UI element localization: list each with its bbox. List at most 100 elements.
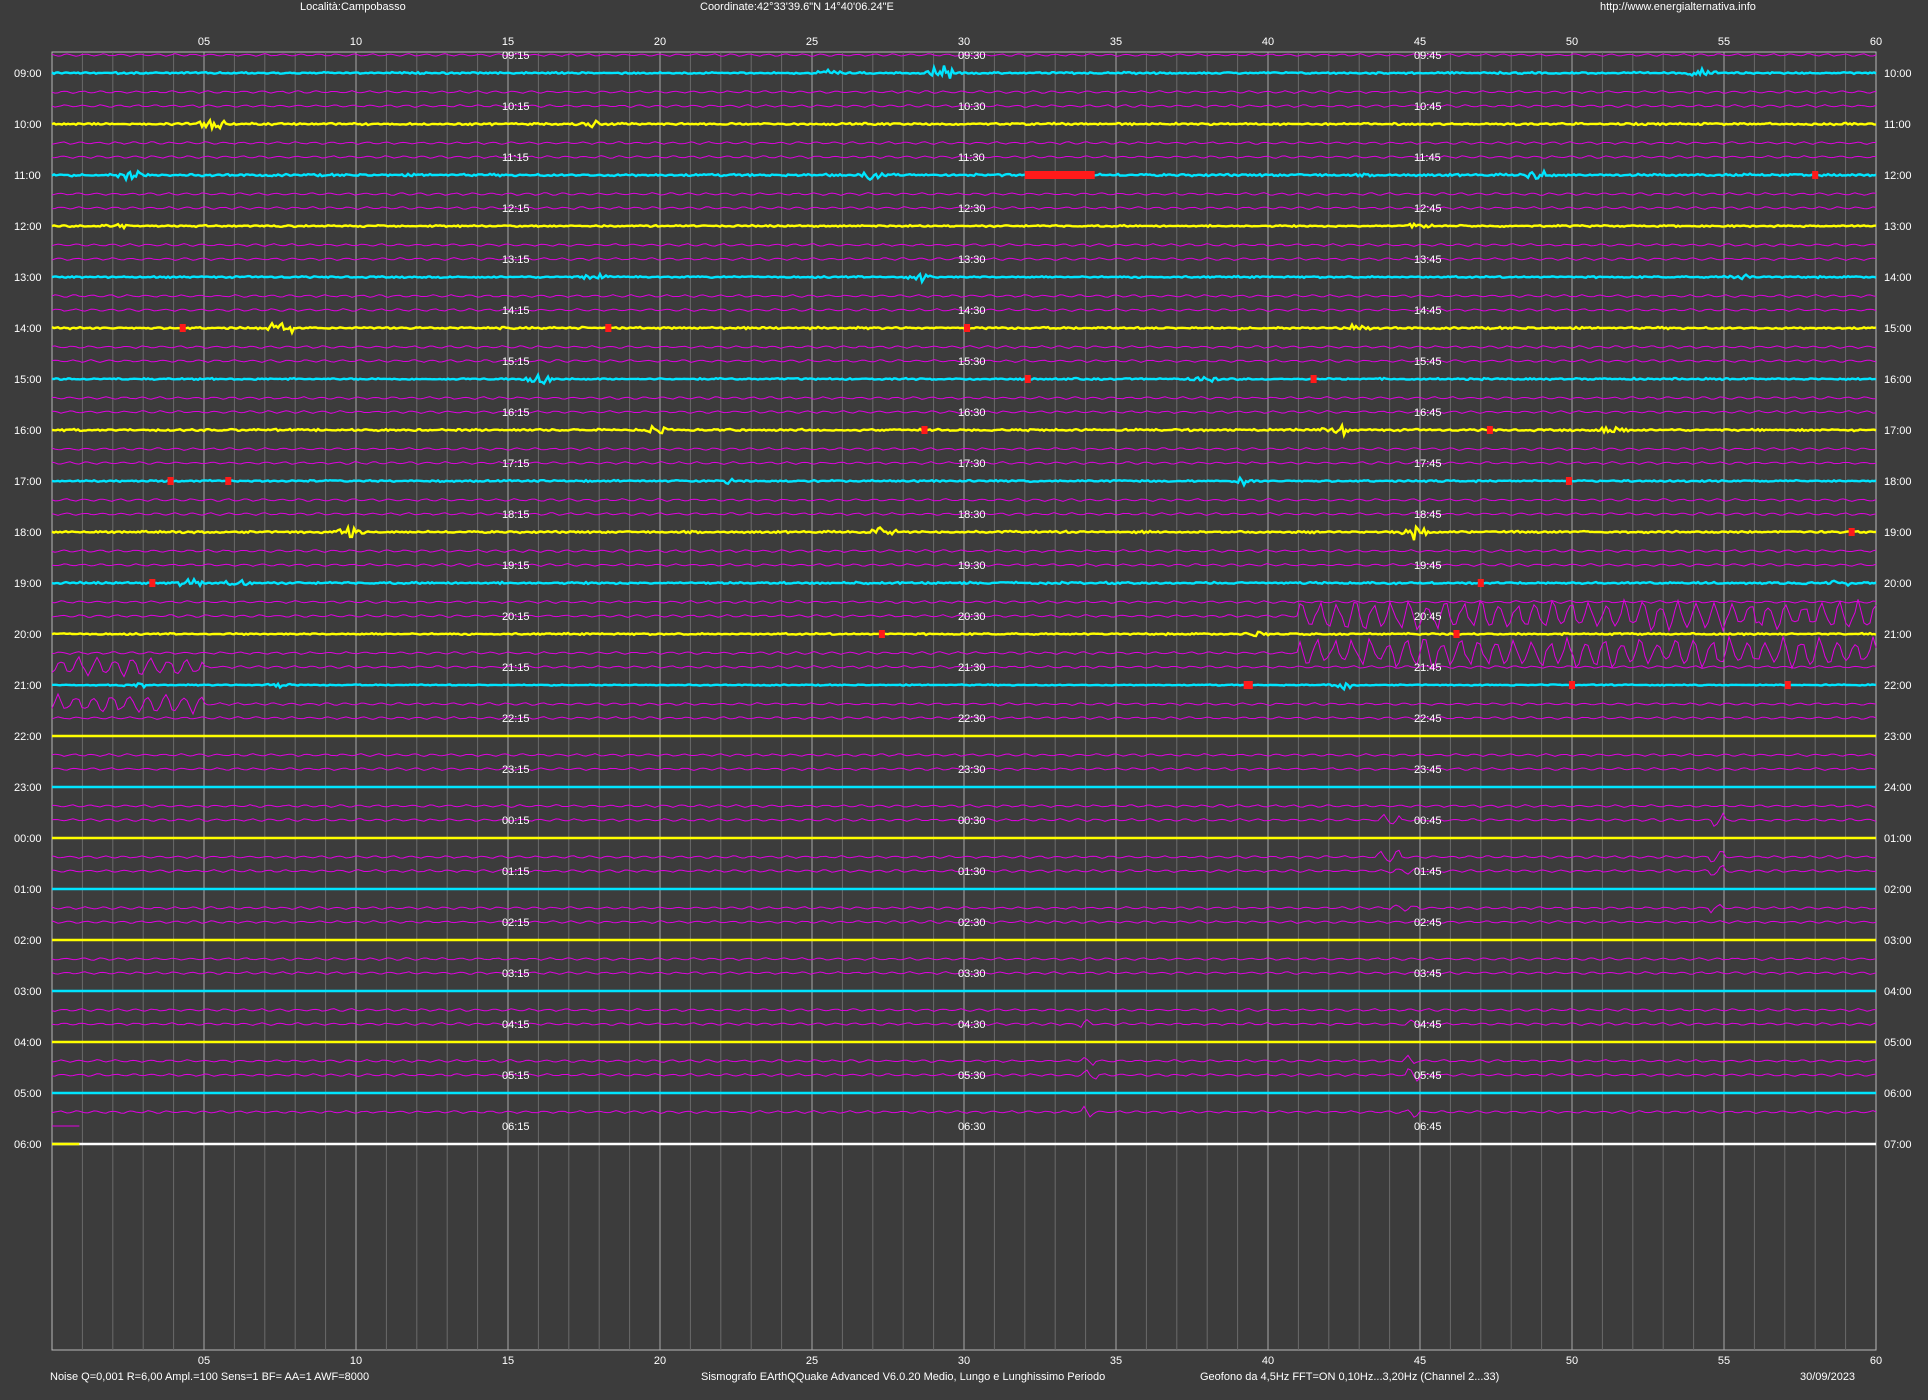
quarter-time-label: 18:45 bbox=[1414, 509, 1442, 521]
event-marker bbox=[1453, 630, 1460, 638]
quarter-time-label: 01:45 bbox=[1414, 866, 1442, 878]
row-time-left: 02:00 bbox=[14, 935, 42, 947]
row-time-left: 23:00 bbox=[14, 782, 42, 794]
event-marker bbox=[1243, 681, 1253, 689]
x-tick-label-top: 45 bbox=[1414, 36, 1426, 48]
quarter-time-label: 02:45 bbox=[1414, 917, 1442, 929]
quarter-time-label: 03:30 bbox=[958, 968, 986, 980]
quarter-time-label: 00:45 bbox=[1414, 815, 1442, 827]
quarter-time-label: 13:30 bbox=[958, 254, 986, 266]
quarter-time-label: 12:30 bbox=[958, 203, 986, 215]
row-time-right: 16:00 bbox=[1884, 374, 1912, 386]
quarter-time-label: 16:45 bbox=[1414, 407, 1442, 419]
row-time-right: 17:00 bbox=[1884, 425, 1912, 437]
noise-params-label: Noise Q=0,001 R=6,00 Ampl.=100 Sens=1 BF… bbox=[50, 1371, 370, 1383]
row-time-right: 02:00 bbox=[1884, 884, 1912, 896]
event-marker bbox=[1784, 681, 1791, 689]
quarter-time-label: 22:15 bbox=[502, 713, 530, 725]
row-time-left: 18:00 bbox=[14, 527, 42, 539]
row-time-right: 10:00 bbox=[1884, 68, 1912, 80]
quarter-time-label: 14:30 bbox=[958, 305, 986, 317]
event-marker bbox=[1024, 375, 1031, 383]
x-tick-label-top: 60 bbox=[1870, 36, 1882, 48]
row-time-left: 12:00 bbox=[14, 221, 42, 233]
row-time-left: 16:00 bbox=[14, 425, 42, 437]
sensor-label: Geofono da 4,5Hz FFT=ON 0,10Hz...3,20Hz … bbox=[1200, 1371, 1500, 1383]
quarter-time-label: 09:30 bbox=[958, 50, 986, 62]
event-marker bbox=[167, 477, 174, 485]
quarter-time-label: 14:45 bbox=[1414, 305, 1442, 317]
event-marker bbox=[225, 477, 232, 485]
row-time-left: 14:00 bbox=[14, 323, 42, 335]
row-time-right: 11:00 bbox=[1884, 119, 1911, 131]
row-time-right: 19:00 bbox=[1884, 527, 1912, 539]
quarter-time-label: 20:15 bbox=[502, 611, 530, 623]
x-tick-label-bottom: 25 bbox=[806, 1355, 818, 1367]
quarter-time-label: 19:30 bbox=[958, 560, 986, 572]
quarter-time-label: 03:15 bbox=[502, 968, 530, 980]
x-tick-label-bottom: 50 bbox=[1566, 1355, 1578, 1367]
quarter-time-label: 20:45 bbox=[1414, 611, 1442, 623]
row-time-left: 11:00 bbox=[14, 170, 41, 182]
x-tick-label-top: 20 bbox=[654, 36, 666, 48]
quarter-time-label: 21:15 bbox=[502, 662, 530, 674]
row-time-right: 24:00 bbox=[1884, 782, 1912, 794]
x-tick-label-bottom: 60 bbox=[1870, 1355, 1882, 1367]
row-time-right: 05:00 bbox=[1884, 1037, 1912, 1049]
quarter-time-label: 17:45 bbox=[1414, 458, 1442, 470]
quarter-time-label: 12:45 bbox=[1414, 203, 1442, 215]
event-marker bbox=[1565, 477, 1572, 485]
quarter-time-label: 20:30 bbox=[958, 611, 986, 623]
quarter-time-label: 12:15 bbox=[502, 203, 530, 215]
event-marker bbox=[1848, 528, 1855, 536]
quarter-time-label: 10:15 bbox=[502, 101, 530, 113]
quarter-time-label: 01:30 bbox=[958, 866, 986, 878]
quarter-time-label: 11:30 bbox=[958, 152, 985, 164]
row-time-right: 22:00 bbox=[1884, 680, 1912, 692]
x-tick-label-bottom: 10 bbox=[350, 1355, 362, 1367]
row-time-left: 19:00 bbox=[14, 578, 42, 590]
row-time-right: 03:00 bbox=[1884, 935, 1912, 947]
event-marker bbox=[1024, 171, 1095, 179]
quarter-time-label: 21:45 bbox=[1414, 662, 1442, 674]
quarter-time-label: 01:15 bbox=[502, 866, 530, 878]
x-tick-label-bottom: 35 bbox=[1110, 1355, 1122, 1367]
quarter-time-label: 02:15 bbox=[502, 917, 530, 929]
row-time-left: 03:00 bbox=[14, 986, 42, 998]
row-time-right: 13:00 bbox=[1884, 221, 1912, 233]
quarter-time-label: 17:15 bbox=[502, 458, 530, 470]
x-tick-label-bottom: 45 bbox=[1414, 1355, 1426, 1367]
row-time-right: 15:00 bbox=[1884, 323, 1912, 335]
quarter-time-label: 04:30 bbox=[958, 1019, 986, 1031]
quarter-time-label: 19:15 bbox=[502, 560, 530, 572]
quarter-time-label: 14:15 bbox=[502, 305, 530, 317]
quarter-time-label: 06:45 bbox=[1414, 1121, 1442, 1133]
quarter-time-label: 16:30 bbox=[958, 407, 986, 419]
quarter-time-label: 13:45 bbox=[1414, 254, 1442, 266]
x-tick-label-top: 50 bbox=[1566, 36, 1578, 48]
x-tick-label-bottom: 15 bbox=[502, 1355, 514, 1367]
event-marker bbox=[921, 426, 928, 434]
row-time-left: 00:00 bbox=[14, 833, 42, 845]
quarter-time-label: 06:30 bbox=[958, 1121, 986, 1133]
event-marker bbox=[179, 324, 186, 332]
x-tick-label-top: 40 bbox=[1262, 36, 1274, 48]
x-tick-label-bottom: 30 bbox=[958, 1355, 970, 1367]
row-time-right: 12:00 bbox=[1884, 170, 1912, 182]
quarter-time-label: 04:45 bbox=[1414, 1019, 1442, 1031]
x-tick-label-bottom: 55 bbox=[1718, 1355, 1730, 1367]
quarter-time-label: 17:30 bbox=[958, 458, 986, 470]
row-time-right: 04:00 bbox=[1884, 986, 1912, 998]
x-tick-label-bottom: 40 bbox=[1262, 1355, 1274, 1367]
quarter-time-label: 22:30 bbox=[958, 713, 986, 725]
seismogram-chart: 05 05 10 10 15 15 20 20 25 25 30 30 35 35 40 40 45 45 50 50… bbox=[14, 36, 1912, 1367]
quarter-time-label: 21:30 bbox=[958, 662, 986, 674]
quarter-time-label: 23:30 bbox=[958, 764, 986, 776]
quarter-time-label: 00:15 bbox=[502, 815, 530, 827]
quarter-time-label: 23:15 bbox=[502, 764, 530, 776]
quarter-time-label: 18:15 bbox=[502, 509, 530, 521]
quarter-time-label: 06:15 bbox=[502, 1121, 530, 1133]
quarter-time-label: 10:30 bbox=[958, 101, 986, 113]
software-label: Sismografo EArthQQuake Advanced V6.0.20 … bbox=[701, 1371, 1106, 1383]
x-tick-label-top: 05 bbox=[198, 36, 210, 48]
